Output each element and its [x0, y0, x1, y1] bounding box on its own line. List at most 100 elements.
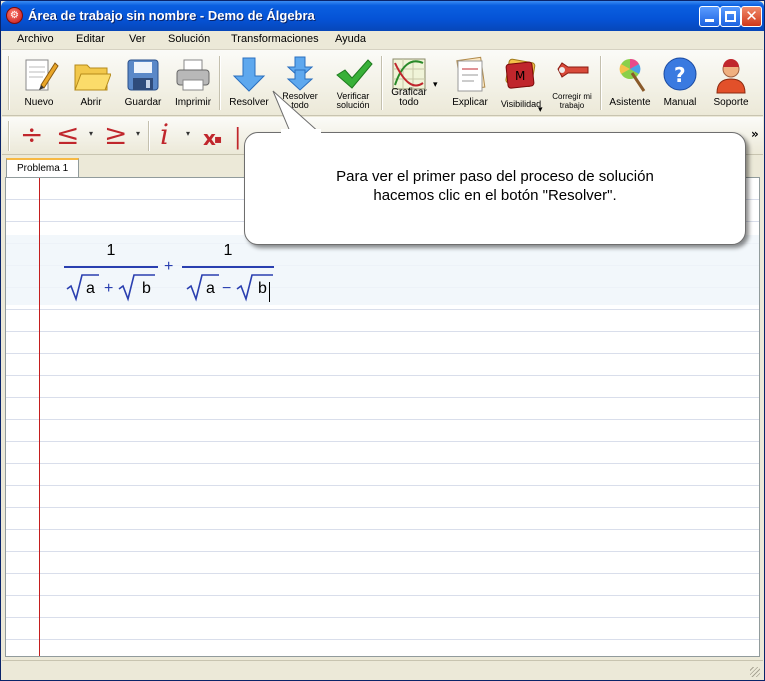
wrench-icon [557, 62, 589, 78]
toolbar-separator [219, 56, 221, 110]
status-bar [2, 660, 763, 680]
arrow-down-icon [232, 57, 266, 92]
fraction-2[interactable]: 1 a − b [182, 242, 274, 304]
title-bar[interactable]: ⚙ Área de trabajo sin nombre - Demo de Á… [1, 1, 764, 31]
solve-button[interactable]: Resolver [224, 52, 274, 114]
graph-all-button[interactable]: Graficar todo [386, 52, 432, 114]
support-agent-icon [716, 59, 746, 94]
plus-operator: + [164, 258, 174, 275]
open-button[interactable]: Abrir [66, 52, 116, 114]
maximize-button[interactable] [720, 6, 741, 27]
menu-transformaciones[interactable]: Transformaciones [231, 33, 319, 45]
divide-button[interactable]: ÷ [20, 120, 43, 150]
subscript-dot: ▪ [214, 132, 223, 146]
print-label: Imprimir [174, 97, 212, 108]
menu-editar[interactable]: Editar [76, 33, 105, 45]
less-equal-dropdown-arrow[interactable]: ▾ [89, 129, 93, 138]
toolbar-grip [8, 121, 10, 151]
graph-dropdown-arrow[interactable]: ▾ [433, 80, 438, 90]
layers-icon: M [505, 58, 536, 89]
fix-work-label: Corregir mi trabajo [552, 92, 592, 110]
maximize-icon [725, 11, 736, 22]
fraction-2-bar [182, 266, 274, 268]
checkmark-icon [336, 59, 373, 89]
assistant-button[interactable]: Asistente [604, 52, 656, 114]
assistant-label: Asistente [609, 97, 651, 108]
svg-text:?: ? [674, 63, 686, 87]
verify-label: Verificar solución [336, 91, 370, 110]
verify-button[interactable]: Verificar solución [327, 52, 379, 114]
notebook-margin-line [39, 178, 40, 656]
main-toolbar: Nuevo Abrir Guardar Imprimir Resolver Re… [2, 50, 763, 116]
close-icon: ✕ [745, 7, 758, 25]
fraction-1-bar [64, 266, 158, 268]
radicand-b: b [142, 280, 151, 297]
manual-button[interactable]: ? Manual [656, 52, 704, 114]
close-button[interactable]: ✕ [741, 6, 762, 27]
radicand-b: b [258, 280, 267, 297]
more-tools-button[interactable]: » [751, 127, 759, 141]
explain-button[interactable]: Explicar [445, 52, 495, 114]
menu-ayuda[interactable]: Ayuda [335, 33, 366, 45]
greater-equal-dropdown-arrow[interactable]: ▾ [136, 129, 140, 138]
new-button[interactable]: Nuevo [14, 52, 64, 114]
window-title: Área de trabajo sin nombre - Demo de Álg… [28, 8, 315, 23]
notes-icon [456, 56, 486, 92]
radical-a-2: a [186, 272, 219, 302]
abs-value-button[interactable]: | [234, 123, 241, 153]
less-equal-button[interactable]: ≤ [56, 120, 79, 150]
radicand-a: a [86, 280, 95, 297]
radicand-a: a [206, 280, 215, 297]
resize-grip-icon[interactable] [750, 667, 760, 677]
manual-label: Manual [663, 97, 697, 108]
svg-text:M: M [515, 69, 525, 83]
solve-label: Resolver [229, 97, 269, 108]
callout-text: Para ver el primer paso del proceso de s… [245, 167, 745, 205]
imaginary-unit-button[interactable]: i [160, 120, 169, 150]
fraction-1-numerator: 1 [106, 242, 116, 259]
radical-a-1: a [66, 272, 99, 302]
magic-wand-icon [619, 58, 646, 92]
fraction-1[interactable]: 1 a + b [64, 242, 158, 304]
tutorial-callout: Para ver el primer paso del proceso de s… [244, 132, 746, 245]
minus-operator: − [222, 280, 232, 297]
plus-operator: + [104, 280, 114, 297]
text-cursor [269, 282, 270, 302]
callout-pointer-joint [281, 129, 321, 135]
help-icon: ? [663, 57, 697, 91]
app-logo-icon[interactable]: ⚙ [6, 7, 23, 24]
callout-line-1: Para ver el primer paso del proceso de s… [336, 168, 654, 185]
floppy-disk-icon [127, 59, 159, 91]
printer-icon [176, 59, 210, 91]
support-label: Soporte [713, 97, 749, 108]
toolbar-separator [148, 121, 150, 151]
save-button[interactable]: Guardar [118, 52, 168, 114]
app-window: ⚙ Área de trabajo sin nombre - Demo de Á… [0, 0, 765, 681]
imaginary-dropdown-arrow[interactable]: ▾ [186, 129, 190, 138]
visibility-dropdown-arrow[interactable]: ▾ [538, 105, 543, 115]
open-label: Abrir [80, 97, 102, 108]
menu-archivo[interactable]: Archivo [17, 33, 54, 45]
callout-line-2: hacemos clic en el botón "Resolver". [373, 187, 617, 204]
folder-icon [74, 64, 111, 91]
toolbar-separator [381, 56, 383, 110]
radical-b-1: b [118, 272, 155, 302]
radical-b-2: b [236, 272, 273, 302]
minimize-button[interactable] [699, 6, 720, 27]
support-button[interactable]: Soporte [706, 52, 756, 114]
greater-equal-button[interactable]: ≥ [104, 120, 127, 150]
minimize-icon [705, 19, 714, 22]
fix-work-button[interactable]: Corregir mi trabajo [547, 52, 597, 114]
toolbar-grip [8, 56, 10, 110]
menu-solucion[interactable]: Solución [168, 33, 210, 45]
save-label: Guardar [124, 97, 162, 108]
new-document-icon [25, 59, 59, 91]
menu-bar: Archivo Editar Ver Solución Transformaci… [2, 31, 763, 50]
tab-problema-1[interactable]: Problema 1 [6, 158, 79, 178]
workspace-notebook[interactable]: 1 a + b + 1 a − b [5, 177, 760, 657]
print-button[interactable]: Imprimir [170, 52, 216, 114]
graph-all-label: Graficar todo [391, 87, 427, 108]
toolbar-separator [600, 56, 602, 110]
explain-label: Explicar [452, 97, 488, 108]
menu-ver[interactable]: Ver [129, 33, 146, 45]
